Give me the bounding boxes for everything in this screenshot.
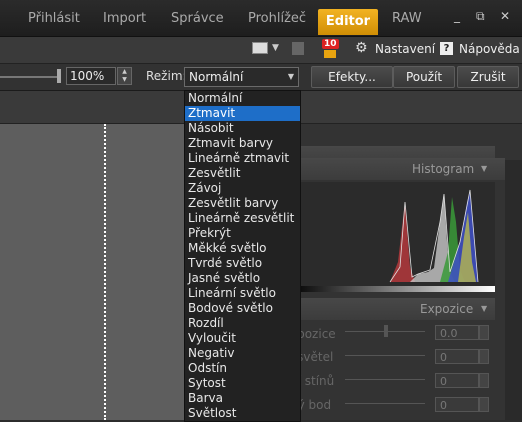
blackpoint-value[interactable]: 0 — [435, 397, 479, 412]
tab-import[interactable]: Import — [103, 11, 146, 26]
histogram — [290, 182, 495, 292]
dropdown-item[interactable]: Negativ — [185, 346, 300, 361]
notification-icon[interactable]: 10 — [320, 39, 339, 58]
blackpoint-stepper[interactable] — [479, 397, 489, 412]
monitor-icon[interactable] — [252, 42, 268, 54]
chevron-down-icon[interactable]: ▼ — [272, 43, 279, 53]
dropdown-item[interactable]: Měkké světlo — [185, 241, 300, 256]
help-icon[interactable]: ? — [440, 42, 453, 55]
apply-button[interactable]: Použít — [393, 66, 455, 88]
dropdown-item[interactable]: Sytost — [185, 376, 300, 391]
opacity-stepper[interactable]: ▲ ▼ — [117, 67, 132, 85]
dropdown-item[interactable]: Zesvětlit barvy — [185, 196, 300, 211]
dropdown-item[interactable]: Zesvětlit — [185, 166, 300, 181]
opacity-slider-handle[interactable] — [57, 69, 61, 83]
dropdown-item[interactable]: Lineární světlo — [185, 286, 300, 301]
panel-scrollbar[interactable] — [505, 160, 522, 420]
effects-button[interactable]: Efekty... — [311, 66, 393, 88]
dropdown-item[interactable]: Tvrdé světlo — [185, 256, 300, 271]
shadows-slider[interactable] — [345, 379, 425, 380]
chevron-down-icon: ▼ — [287, 72, 294, 81]
mode-select[interactable]: Normální ▼ — [184, 67, 299, 87]
exposure-slider-handle[interactable] — [384, 325, 388, 337]
dropdown-item[interactable]: Jasné světlo — [185, 271, 300, 286]
tab-spravce[interactable]: Správce — [171, 11, 224, 26]
mode-label: Režim: — [146, 69, 187, 83]
mode-dropdown-list: Normální Ztmavit Násobit Ztmavit barvy L… — [184, 90, 301, 422]
chevron-down-icon: ▼ — [481, 304, 488, 313]
dropdown-item[interactable]: Barva — [185, 391, 300, 406]
dropdown-item[interactable]: Světlost — [185, 406, 300, 421]
highlights-stepper[interactable] — [479, 349, 489, 364]
shadows-value[interactable]: 0 — [435, 373, 479, 388]
dropdown-item[interactable]: Ztmavit barvy — [185, 136, 300, 151]
toolbar-row: ▼ 10 ⚙ Nastavení ? Nápověda — [0, 37, 522, 64]
tab-prihlasit[interactable]: Přihlásit — [28, 11, 80, 26]
exposure-stepper[interactable] — [479, 325, 489, 340]
dropdown-item[interactable]: Lineárně zesvětlit — [185, 211, 300, 226]
dropdown-item[interactable]: Rozdíl — [185, 316, 300, 331]
chevron-down-icon: ▼ — [481, 164, 488, 173]
tab-editor[interactable]: Editor — [318, 9, 378, 35]
dropdown-item[interactable]: Závoj — [185, 181, 300, 196]
exposure-value[interactable]: 0.0 — [435, 325, 479, 340]
dropdown-item-selected[interactable]: Ztmavit — [185, 106, 300, 121]
dropdown-item[interactable]: Násobit — [185, 121, 300, 136]
dropdown-item[interactable]: Překrýt — [185, 226, 300, 241]
highlights-value[interactable]: 0 — [435, 349, 479, 364]
notification-badge: 10 — [322, 39, 339, 49]
cancel-button[interactable]: Zrušit — [457, 66, 519, 88]
dropdown-item[interactable]: Odstín — [185, 361, 300, 376]
close-button[interactable]: ✕ — [500, 9, 510, 23]
trash-icon[interactable] — [292, 42, 304, 55]
histogram-baseline — [290, 286, 495, 292]
opacity-slider[interactable] — [0, 76, 60, 78]
histogram-header[interactable]: Histogram ▼ — [290, 158, 505, 180]
dropdown-item[interactable]: Lineárně ztmavit — [185, 151, 300, 166]
dropdown-item[interactable]: Vyloučit — [185, 331, 300, 346]
histogram-title: Histogram — [412, 162, 475, 176]
settings-link[interactable]: Nastavení — [375, 42, 435, 56]
highlights-slider[interactable] — [345, 355, 425, 356]
minimize-button[interactable]: _ — [454, 9, 460, 23]
exposure-header[interactable]: Expozice ▼ — [290, 298, 495, 320]
blackpoint-slider[interactable] — [345, 403, 425, 404]
tab-raw[interactable]: RAW — [392, 11, 422, 26]
shadows-stepper[interactable] — [479, 373, 489, 388]
dropdown-item[interactable]: Bodové světlo — [185, 301, 300, 316]
tab-prohlizec[interactable]: Prohlížeč — [248, 11, 306, 26]
dropdown-item[interactable]: Normální — [185, 91, 300, 106]
gear-icon[interactable]: ⚙ — [355, 40, 368, 56]
selection-guide — [104, 124, 106, 420]
top-tab-bar: Přihlásit Import Správce Prohlížeč Edito… — [0, 0, 522, 37]
help-link[interactable]: Nápověda — [459, 42, 520, 56]
opacity-input[interactable]: 100% — [66, 67, 116, 85]
restore-button[interactable]: ⧉ — [476, 9, 485, 24]
exposure-title: Expozice — [420, 302, 474, 316]
mode-select-value: Normální — [189, 70, 244, 84]
